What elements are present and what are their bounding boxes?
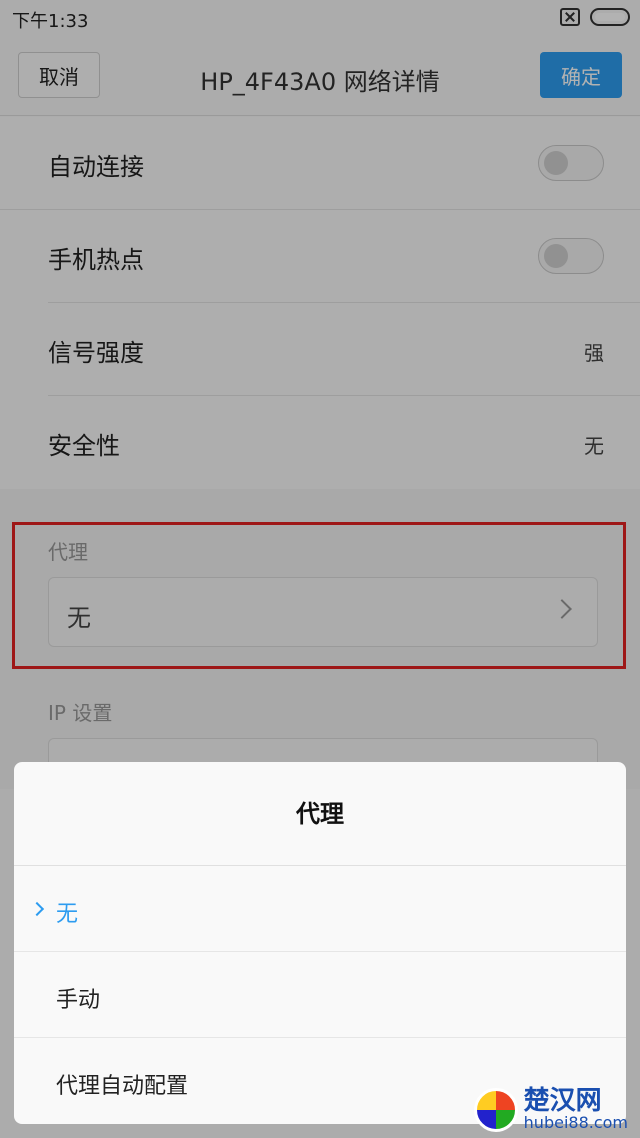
option-label: 代理自动配置 [56, 1074, 189, 1099]
option-manual[interactable]: 手动 [14, 952, 626, 1038]
watermark-url: hubei88.com [523, 1113, 628, 1133]
option-label: 手动 [56, 988, 101, 1013]
dialog-title: 代理 [14, 762, 626, 866]
option-none[interactable]: 无 [14, 866, 626, 952]
watermark-logo [473, 1088, 518, 1132]
watermark-name: 楚汉网 [523, 1086, 602, 1117]
watermark: 楚汉网 hubei88.com [473, 1088, 628, 1132]
watermark-text: 楚汉网 hubei88.com [524, 1088, 628, 1132]
selected-chevron-icon [29, 901, 45, 917]
proxy-dialog: 代理 无 手动 代理自动配置 [14, 762, 626, 1124]
option-label: 无 [56, 902, 79, 927]
